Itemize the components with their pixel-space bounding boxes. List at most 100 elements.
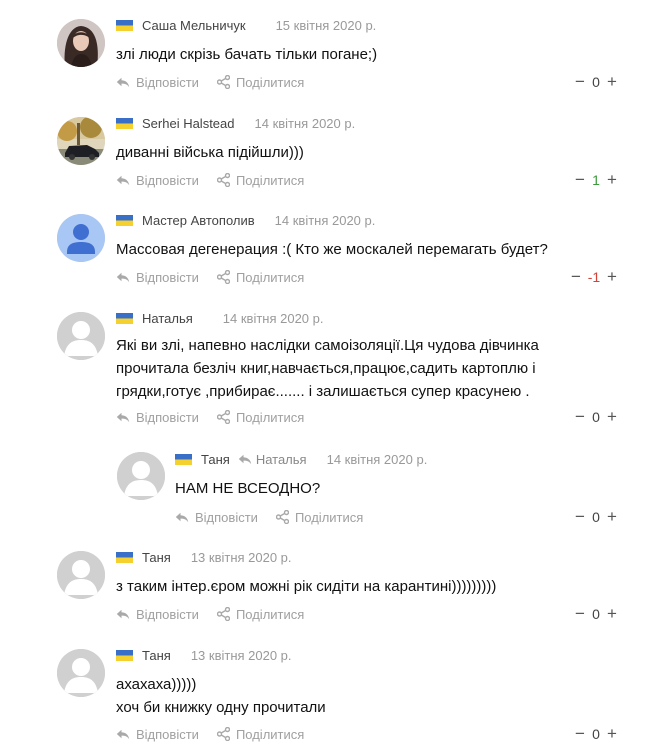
share-icon <box>276 510 289 524</box>
comment-author[interactable]: Мастер Автополив <box>142 213 255 228</box>
comment-text: Массовая дегенерация :( Кто же москалей … <box>116 241 548 258</box>
comment-text-line: хоч би книжку одну прочитали <box>116 699 326 716</box>
reply-button[interactable]: Відповісти <box>116 270 199 285</box>
plus-icon[interactable]: + <box>606 725 618 743</box>
comment-actions: Відповісти Поділитися <box>116 725 304 743</box>
comment-author[interactable]: Саша Мельничук <box>142 18 246 33</box>
ukraine-flag-icon <box>116 215 133 226</box>
comment-meta: Мастер Автополив 14 квітня 2020 р. <box>116 211 375 229</box>
vote-control: − 1 + <box>574 171 618 189</box>
ukraine-flag-icon <box>116 20 133 31</box>
ukraine-flag-icon <box>116 552 133 563</box>
comment-actions: Відповісти Поділитися <box>116 171 304 189</box>
comment-meta: Саша Мельничук 15 квітня 2020 р. <box>116 16 376 34</box>
vote-control: − 0 + <box>574 508 618 526</box>
plus-icon[interactable]: + <box>606 73 618 91</box>
avatar[interactable] <box>57 312 105 360</box>
reply-button[interactable]: Відповісти <box>116 410 199 425</box>
vote-control: − 0 + <box>574 73 618 91</box>
reply-arrow-icon <box>116 77 130 88</box>
vote-score: 0 <box>592 726 600 742</box>
comment-meta: Таня 13 квітня 2020 р. <box>116 646 292 664</box>
comment-date: 14 квітня 2020 р. <box>274 212 376 228</box>
avatar[interactable] <box>57 19 105 67</box>
reply-button[interactable]: Відповісти <box>116 607 199 622</box>
plus-icon[interactable]: + <box>606 408 618 426</box>
comment-author[interactable]: Таня <box>142 550 171 565</box>
comment-text: Які ви злі, напевно наслідки самоізоляці… <box>116 337 539 400</box>
plus-icon[interactable]: + <box>606 268 618 286</box>
share-icon <box>217 410 230 424</box>
avatar-photo-car <box>57 117 105 165</box>
share-button[interactable]: Поділитися <box>217 75 304 90</box>
minus-icon[interactable]: − <box>574 171 586 189</box>
share-icon <box>217 607 230 621</box>
share-button[interactable]: Поділитися <box>217 727 304 742</box>
vote-score: 0 <box>592 74 600 90</box>
avatar[interactable] <box>57 551 105 599</box>
comment-meta: Таня Наталья 14 квітня 2020 р. <box>175 450 427 468</box>
comment-meta: Таня 13 квітня 2020 р. <box>116 548 292 566</box>
minus-icon[interactable]: − <box>574 408 586 426</box>
avatar[interactable] <box>57 117 105 165</box>
comment-author[interactable]: Таня <box>201 452 230 467</box>
plus-icon[interactable]: + <box>606 171 618 189</box>
comment-author[interactable]: Таня <box>142 648 171 663</box>
vote-score: 0 <box>592 606 600 622</box>
share-icon <box>217 727 230 741</box>
reply-arrow-icon <box>116 175 130 186</box>
comment-date: 14 квітня 2020 р. <box>222 310 324 326</box>
avatar[interactable] <box>57 214 105 262</box>
ukraine-flag-icon <box>116 313 133 324</box>
plus-icon[interactable]: + <box>606 605 618 623</box>
share-icon <box>217 75 230 89</box>
reply-button[interactable]: Відповісти <box>175 510 258 525</box>
avatar-default-gray <box>57 649 105 697</box>
minus-icon[interactable]: − <box>574 508 586 526</box>
comment-actions: Відповісти Поділитися <box>116 73 304 91</box>
share-button[interactable]: Поділитися <box>217 410 304 425</box>
minus-icon[interactable]: − <box>574 73 586 91</box>
ukraine-flag-icon <box>116 118 133 129</box>
comment-date: 13 квітня 2020 р. <box>190 647 292 663</box>
minus-icon[interactable]: − <box>570 268 582 286</box>
avatar[interactable] <box>57 649 105 697</box>
reply-arrow-icon <box>238 454 252 465</box>
avatar-default-gray <box>117 452 165 500</box>
vote-score: 0 <box>592 509 600 525</box>
comment-actions: Відповісти Поділитися <box>116 605 304 623</box>
reply-arrow-icon <box>116 412 130 423</box>
reply-button[interactable]: Відповісти <box>116 173 199 188</box>
vote-control: − 0 + <box>574 605 618 623</box>
vote-score: -1 <box>587 269 601 285</box>
minus-icon[interactable]: − <box>574 605 586 623</box>
reply-to-author[interactable]: Наталья <box>256 452 307 467</box>
share-icon <box>217 270 230 284</box>
comment-text: з таким інтер.єром можні рік сидіти на к… <box>116 578 497 595</box>
reply-arrow-icon <box>175 512 189 523</box>
share-button[interactable]: Поділитися <box>217 173 304 188</box>
reply-arrow-icon <box>116 729 130 740</box>
avatar-default-gray <box>57 551 105 599</box>
reply-button[interactable]: Відповісти <box>116 727 199 742</box>
share-button[interactable]: Поділитися <box>217 270 304 285</box>
comment-date: 14 квітня 2020 р. <box>254 115 356 131</box>
comment-meta: Serhei Halstead 14 квітня 2020 р. <box>116 114 355 132</box>
ukraine-flag-icon <box>175 454 192 465</box>
avatar-default-gray <box>57 312 105 360</box>
minus-icon[interactable]: − <box>574 725 586 743</box>
reply-arrow-icon <box>116 272 130 283</box>
comment-actions: Відповісти Поділитися <box>175 508 363 526</box>
avatar-default-blue <box>57 214 105 262</box>
comment-date: 13 квітня 2020 р. <box>190 549 292 565</box>
comment-author[interactable]: Наталья <box>142 311 193 326</box>
comment-author[interactable]: Serhei Halstead <box>142 116 235 131</box>
share-button[interactable]: Поділитися <box>276 510 363 525</box>
comment-text: ахахаха))))) хоч би книжку одну прочитал… <box>116 673 586 719</box>
share-button[interactable]: Поділитися <box>217 607 304 622</box>
plus-icon[interactable]: + <box>606 508 618 526</box>
comment-date: 14 квітня 2020 р. <box>326 451 428 467</box>
reply-button[interactable]: Відповісти <box>116 75 199 90</box>
vote-score: 0 <box>592 409 600 425</box>
avatar[interactable] <box>117 452 165 500</box>
